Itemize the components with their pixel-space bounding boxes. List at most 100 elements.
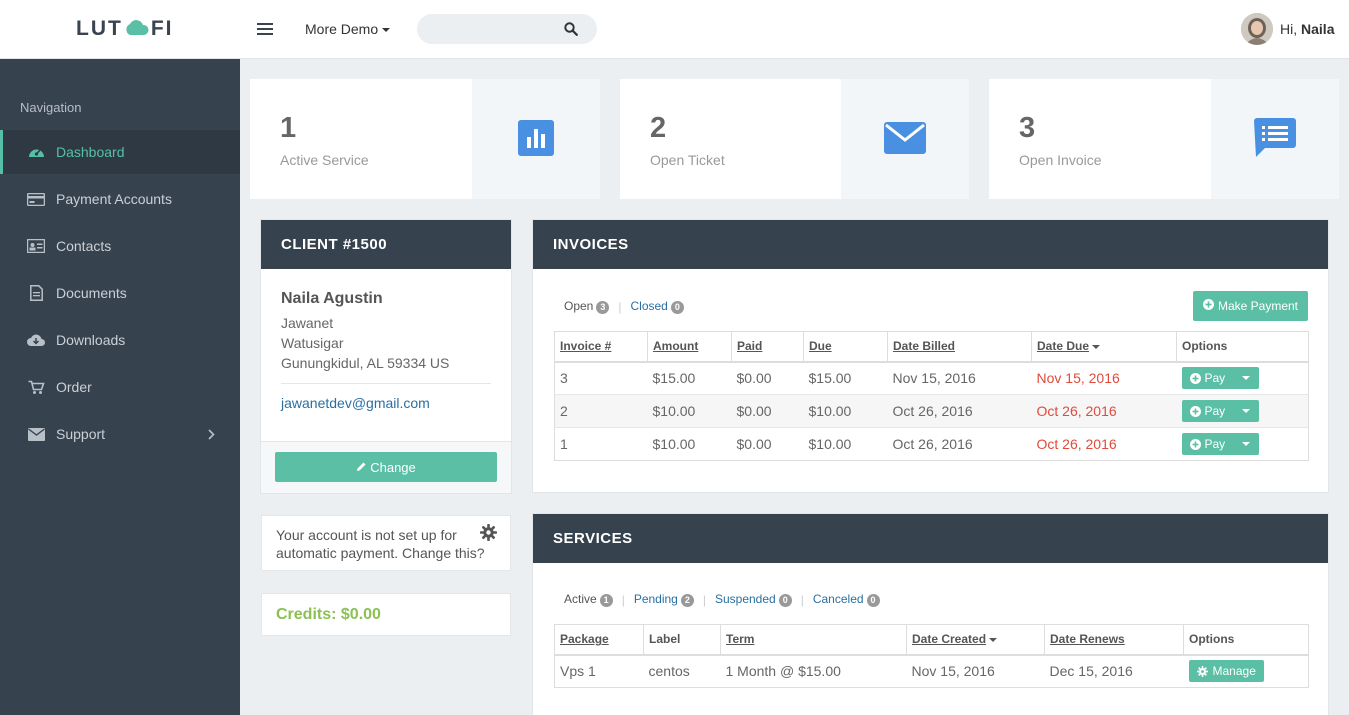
sidebar-item-documents[interactable]: Documents — [0, 271, 240, 315]
client-panel-title: CLIENT #1500 — [261, 220, 511, 269]
count-badge: 3 — [596, 301, 610, 314]
col-date-renews[interactable]: Date Renews — [1044, 624, 1184, 656]
sidebar-item-label: Contacts — [56, 238, 112, 254]
greeting-prefix: Hi, — [1280, 21, 1298, 37]
separator: | — [702, 592, 706, 607]
sidebar-item-order[interactable]: Order — [0, 365, 240, 409]
col-date-billed[interactable]: Date Billed — [887, 331, 1032, 363]
sidebar-item-label: Support — [56, 426, 106, 442]
client-panel-footer: Change — [261, 441, 511, 493]
col-options: Options — [1183, 624, 1309, 656]
col-label: Label — [643, 624, 721, 656]
stat-card-open-invoice[interactable]: 3 Open Invoice — [989, 79, 1339, 199]
pay-button[interactable]: Pay — [1182, 371, 1234, 385]
stat-value: 3 — [1019, 112, 1036, 144]
filter-closed[interactable]: Closed 0 — [630, 299, 684, 314]
col-package[interactable]: Package — [554, 624, 644, 656]
gear-icon[interactable] — [480, 524, 497, 545]
sidebar-item-payment-accounts[interactable]: Payment Accounts — [0, 177, 240, 221]
count-badge: 1 — [599, 594, 613, 607]
caret-down-icon — [1242, 409, 1251, 413]
cell-options: Pay — [1176, 427, 1309, 461]
col-paid[interactable]: Paid — [731, 331, 804, 363]
pay-button[interactable]: Pay — [1182, 437, 1234, 451]
stat-card-active-service[interactable]: 1 Active Service — [250, 79, 600, 199]
logo[interactable]: LUT FI — [76, 17, 174, 41]
more-demo-dropdown[interactable]: More Demo — [305, 21, 391, 37]
stat-card-open-ticket[interactable]: 2 Open Ticket — [620, 79, 969, 199]
stat-value: 1 — [280, 112, 297, 144]
separator: | — [621, 592, 625, 607]
avatar[interactable] — [1241, 13, 1273, 45]
pay-dropdown-toggle[interactable] — [1233, 367, 1259, 389]
client-panel: CLIENT #1500 Naila Agustin Jawanet Watus… — [260, 219, 512, 494]
menu-toggle-icon[interactable] — [257, 23, 273, 35]
stat-value: 2 — [650, 112, 667, 144]
filter-active[interactable]: Active 1 — [564, 592, 613, 607]
cell-invoice-number[interactable]: 1 — [554, 427, 648, 461]
separator: | — [800, 592, 804, 607]
col-date-created-label: Date Created — [912, 632, 987, 647]
count-badge: 0 — [778, 594, 792, 607]
pencil-icon — [356, 460, 366, 475]
count-badge: 0 — [670, 301, 684, 314]
make-payment-button[interactable]: Make Payment — [1193, 291, 1308, 321]
cell-package[interactable]: Vps 1 — [554, 654, 644, 688]
cell-date-created: Nov 15, 2016 — [906, 654, 1045, 688]
pay-dropdown-toggle[interactable] — [1233, 400, 1259, 422]
col-invoice-number[interactable]: Invoice # — [554, 331, 648, 363]
pay-split-button: Pay — [1181, 400, 1260, 422]
client-email-link[interactable]: jawanetdev@gmail.com — [281, 395, 491, 411]
cell-amount: $10.00 — [647, 394, 732, 428]
sidebar-item-support[interactable]: Support — [0, 412, 240, 456]
pay-split-button: Pay — [1181, 367, 1260, 390]
credit-card-icon — [27, 191, 45, 207]
col-amount[interactable]: Amount — [647, 331, 732, 363]
search-icon[interactable] — [564, 22, 578, 39]
sidebar-item-downloads[interactable]: Downloads — [0, 318, 240, 362]
filter-open[interactable]: Open 3 — [564, 299, 610, 314]
sidebar-item-label: Documents — [56, 285, 127, 301]
pay-button[interactable]: Pay — [1182, 404, 1234, 418]
pay-dropdown-toggle[interactable] — [1233, 433, 1259, 455]
col-due[interactable]: Due — [803, 331, 888, 363]
col-date-due[interactable]: Date Due — [1031, 331, 1177, 363]
sidebar-item-contacts[interactable]: Contacts — [0, 224, 240, 268]
change-button[interactable]: Change — [275, 452, 497, 482]
cart-icon — [27, 379, 45, 395]
cell-due: $10.00 — [803, 394, 888, 428]
contact-card-icon — [27, 238, 45, 254]
col-date-created[interactable]: Date Created — [906, 624, 1045, 656]
sort-desc-icon — [989, 638, 998, 643]
search-input[interactable] — [417, 14, 557, 44]
cell-term: 1 Month @ $15.00 — [720, 654, 907, 688]
sidebar-item-dashboard[interactable]: Dashboard — [0, 130, 240, 174]
table-row: 1 $10.00 $0.00 $10.00 Oct 26, 2016 Oct 2… — [554, 427, 1309, 461]
filter-suspended[interactable]: Suspended 0 — [715, 592, 792, 607]
autopay-notice[interactable]: Your account is not set up for automatic… — [261, 515, 511, 571]
cell-invoice-number[interactable]: 3 — [554, 361, 648, 395]
user-greeting[interactable]: Hi, Naila — [1280, 21, 1334, 37]
filter-label: Suspended — [714, 592, 776, 606]
filter-pending[interactable]: Pending 2 — [634, 592, 694, 607]
col-options: Options — [1176, 331, 1309, 363]
filter-label: Pending — [633, 592, 678, 606]
filter-canceled[interactable]: Canceled 0 — [813, 592, 880, 607]
cell-due: $10.00 — [803, 427, 888, 461]
cell-invoice-number[interactable]: 2 — [554, 394, 648, 428]
cell-paid: $0.00 — [731, 427, 804, 461]
client-company: Jawanet — [281, 315, 334, 331]
filter-label: Active — [564, 592, 597, 606]
cell-amount: $15.00 — [647, 361, 732, 395]
cell-date-billed: Oct 26, 2016 — [887, 394, 1032, 428]
manage-button[interactable]: Manage — [1188, 660, 1264, 683]
cell-date-billed: Nov 15, 2016 — [887, 361, 1032, 395]
pay-split-button: Pay — [1181, 433, 1260, 455]
services-table: Package Label Term Date Created Date Ren… — [554, 624, 1309, 688]
stat-label: Open Invoice — [1019, 152, 1102, 168]
sort-desc-icon — [1092, 345, 1101, 350]
col-term[interactable]: Term — [720, 624, 907, 656]
client-name: Naila Agustin — [281, 290, 383, 307]
chevron-right-icon — [208, 427, 215, 443]
filter-label: Closed — [630, 299, 668, 313]
